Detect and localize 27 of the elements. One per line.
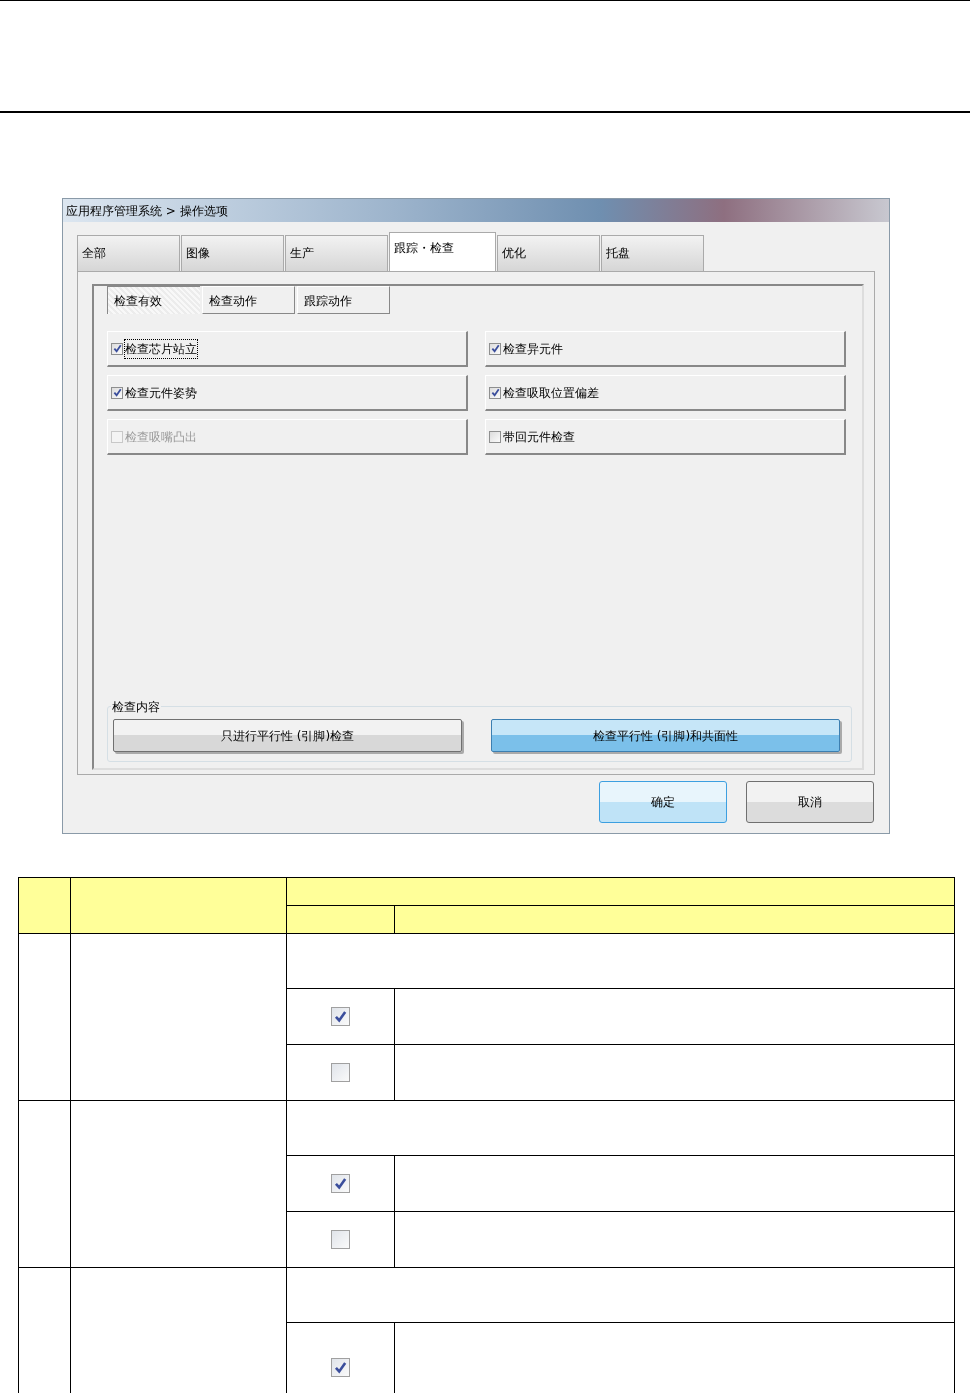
sub-tab[interactable]: 跟踪动作 bbox=[297, 286, 390, 314]
toggle-button[interactable]: 检查平行性 (引脚)和共面性 bbox=[491, 719, 840, 752]
tab[interactable]: 生产 bbox=[285, 235, 388, 271]
header-cell bbox=[18, 877, 71, 934]
ok-button[interactable]: 确定 bbox=[599, 781, 727, 823]
checkbox-label: 检查元件姿势 bbox=[125, 384, 197, 402]
checkbox[interactable] bbox=[489, 386, 501, 399]
checkbox[interactable] bbox=[111, 386, 123, 399]
checkbox[interactable] bbox=[111, 342, 123, 355]
tab[interactable]: 全部 bbox=[77, 235, 180, 271]
toggle-button[interactable]: 只进行平行性 (引脚)检查 bbox=[113, 719, 462, 752]
checkbox-label: 检查吸嘴凸出 bbox=[125, 428, 197, 446]
group-label: 检查内容 bbox=[111, 698, 161, 716]
tab[interactable]: 托盘 bbox=[601, 235, 704, 271]
tab[interactable]: 图像 bbox=[181, 235, 284, 271]
sub-tab[interactable]: 检查有效 bbox=[107, 286, 200, 314]
tab[interactable]: 优化 bbox=[497, 235, 600, 271]
sub-tab[interactable]: 检查动作 bbox=[202, 286, 295, 314]
window-title: 应用程序管理系统 > 操作选项 bbox=[63, 199, 889, 222]
checkbox-label: 检查芯片站立 bbox=[125, 339, 197, 358]
checkbox-label: 检查吸取位置偏差 bbox=[503, 384, 599, 402]
checkbox-label: 检查异元件 bbox=[503, 340, 563, 358]
checkbox[interactable] bbox=[489, 342, 501, 355]
tab[interactable]: 跟踪・检查 bbox=[389, 232, 496, 271]
checkbox[interactable] bbox=[489, 430, 501, 443]
checkbox-label: 带回元件检查 bbox=[503, 428, 575, 446]
cancel-button[interactable]: 取消 bbox=[746, 781, 874, 823]
